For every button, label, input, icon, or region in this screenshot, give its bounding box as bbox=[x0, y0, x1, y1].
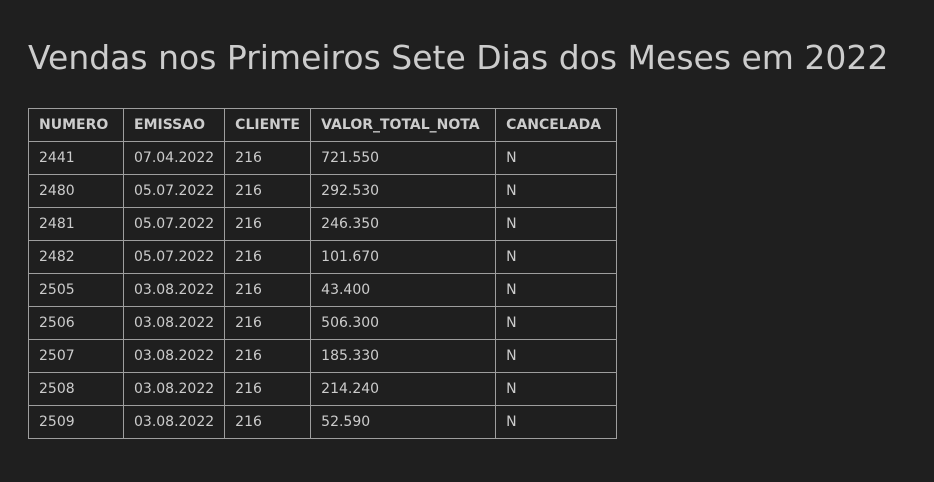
cell-valor-total-nota: 101.670 bbox=[310, 240, 497, 274]
cell-cliente: 216 bbox=[224, 240, 312, 274]
cell-numero: 2506 bbox=[28, 306, 124, 340]
table-row: 2441 07.04.2022 216 721.550 N bbox=[28, 141, 618, 175]
cell-cancelada: N bbox=[495, 405, 618, 439]
cell-emissao: 07.04.2022 bbox=[122, 141, 226, 175]
table-row: 2507 03.08.2022 216 185.330 N bbox=[28, 339, 618, 373]
cell-cancelada: N bbox=[495, 141, 618, 175]
cell-emissao: 05.07.2022 bbox=[122, 240, 226, 274]
cell-valor-total-nota: 721.550 bbox=[310, 141, 497, 175]
cell-numero: 2441 bbox=[28, 141, 124, 175]
column-header-emissao: EMISSAO bbox=[122, 108, 226, 142]
table-row: 2480 05.07.2022 216 292.530 N bbox=[28, 174, 618, 208]
cell-emissao: 03.08.2022 bbox=[122, 339, 226, 373]
cell-cancelada: N bbox=[495, 240, 618, 274]
cell-cliente: 216 bbox=[224, 339, 312, 373]
column-header-cliente: CLIENTE bbox=[224, 108, 312, 142]
cell-valor-total-nota: 43.400 bbox=[310, 273, 497, 307]
cell-cliente: 216 bbox=[224, 273, 312, 307]
results-table: NUMERO EMISSAO CLIENTE VALOR_TOTAL_NOTA … bbox=[28, 108, 618, 439]
table-row: 2506 03.08.2022 216 506.300 N bbox=[28, 306, 618, 340]
cell-emissao: 03.08.2022 bbox=[122, 405, 226, 439]
cell-numero: 2508 bbox=[28, 372, 124, 406]
cell-cancelada: N bbox=[495, 339, 618, 373]
cell-emissao: 05.07.2022 bbox=[122, 174, 226, 208]
cell-numero: 2481 bbox=[28, 207, 124, 241]
cell-cliente: 216 bbox=[224, 372, 312, 406]
column-header-numero: NUMERO bbox=[28, 108, 124, 142]
table-body: 2441 07.04.2022 216 721.550 N 2480 05.07… bbox=[28, 141, 618, 439]
cell-cliente: 216 bbox=[224, 174, 312, 208]
table-header: NUMERO EMISSAO CLIENTE VALOR_TOTAL_NOTA … bbox=[28, 108, 618, 142]
cell-numero: 2482 bbox=[28, 240, 124, 274]
column-header-cancelada: CANCELADA bbox=[495, 108, 618, 142]
cell-cliente: 216 bbox=[224, 405, 312, 439]
cell-valor-total-nota: 52.590 bbox=[310, 405, 497, 439]
cell-emissao: 03.08.2022 bbox=[122, 372, 226, 406]
cell-numero: 2505 bbox=[28, 273, 124, 307]
cell-numero: 2509 bbox=[28, 405, 124, 439]
cell-cliente: 216 bbox=[224, 141, 312, 175]
cell-cancelada: N bbox=[495, 372, 618, 406]
table-row: 2481 05.07.2022 216 246.350 N bbox=[28, 207, 618, 241]
cell-valor-total-nota: 214.240 bbox=[310, 372, 497, 406]
cell-valor-total-nota: 506.300 bbox=[310, 306, 497, 340]
cell-cliente: 216 bbox=[224, 207, 312, 241]
cell-emissao: 05.07.2022 bbox=[122, 207, 226, 241]
notebook-output: Vendas nos Primeiros Sete Dias dos Meses… bbox=[0, 0, 934, 482]
cell-cancelada: N bbox=[495, 207, 618, 241]
cell-cancelada: N bbox=[495, 273, 618, 307]
cell-cancelada: N bbox=[495, 306, 618, 340]
cell-cancelada: N bbox=[495, 174, 618, 208]
cell-valor-total-nota: 292.530 bbox=[310, 174, 497, 208]
cell-valor-total-nota: 185.330 bbox=[310, 339, 497, 373]
table-row: 2505 03.08.2022 216 43.400 N bbox=[28, 273, 618, 307]
page-title: Vendas nos Primeiros Sete Dias dos Meses… bbox=[28, 38, 889, 77]
cell-emissao: 03.08.2022 bbox=[122, 306, 226, 340]
cell-numero: 2507 bbox=[28, 339, 124, 373]
table-row: 2482 05.07.2022 216 101.670 N bbox=[28, 240, 618, 274]
cell-cliente: 216 bbox=[224, 306, 312, 340]
header-row: NUMERO EMISSAO CLIENTE VALOR_TOTAL_NOTA … bbox=[28, 108, 618, 142]
cell-numero: 2480 bbox=[28, 174, 124, 208]
cell-emissao: 03.08.2022 bbox=[122, 273, 226, 307]
table-row: 2509 03.08.2022 216 52.590 N bbox=[28, 405, 618, 439]
table-row: 2508 03.08.2022 216 214.240 N bbox=[28, 372, 618, 406]
cell-valor-total-nota: 246.350 bbox=[310, 207, 497, 241]
column-header-valor-total-nota: VALOR_TOTAL_NOTA bbox=[310, 108, 497, 142]
